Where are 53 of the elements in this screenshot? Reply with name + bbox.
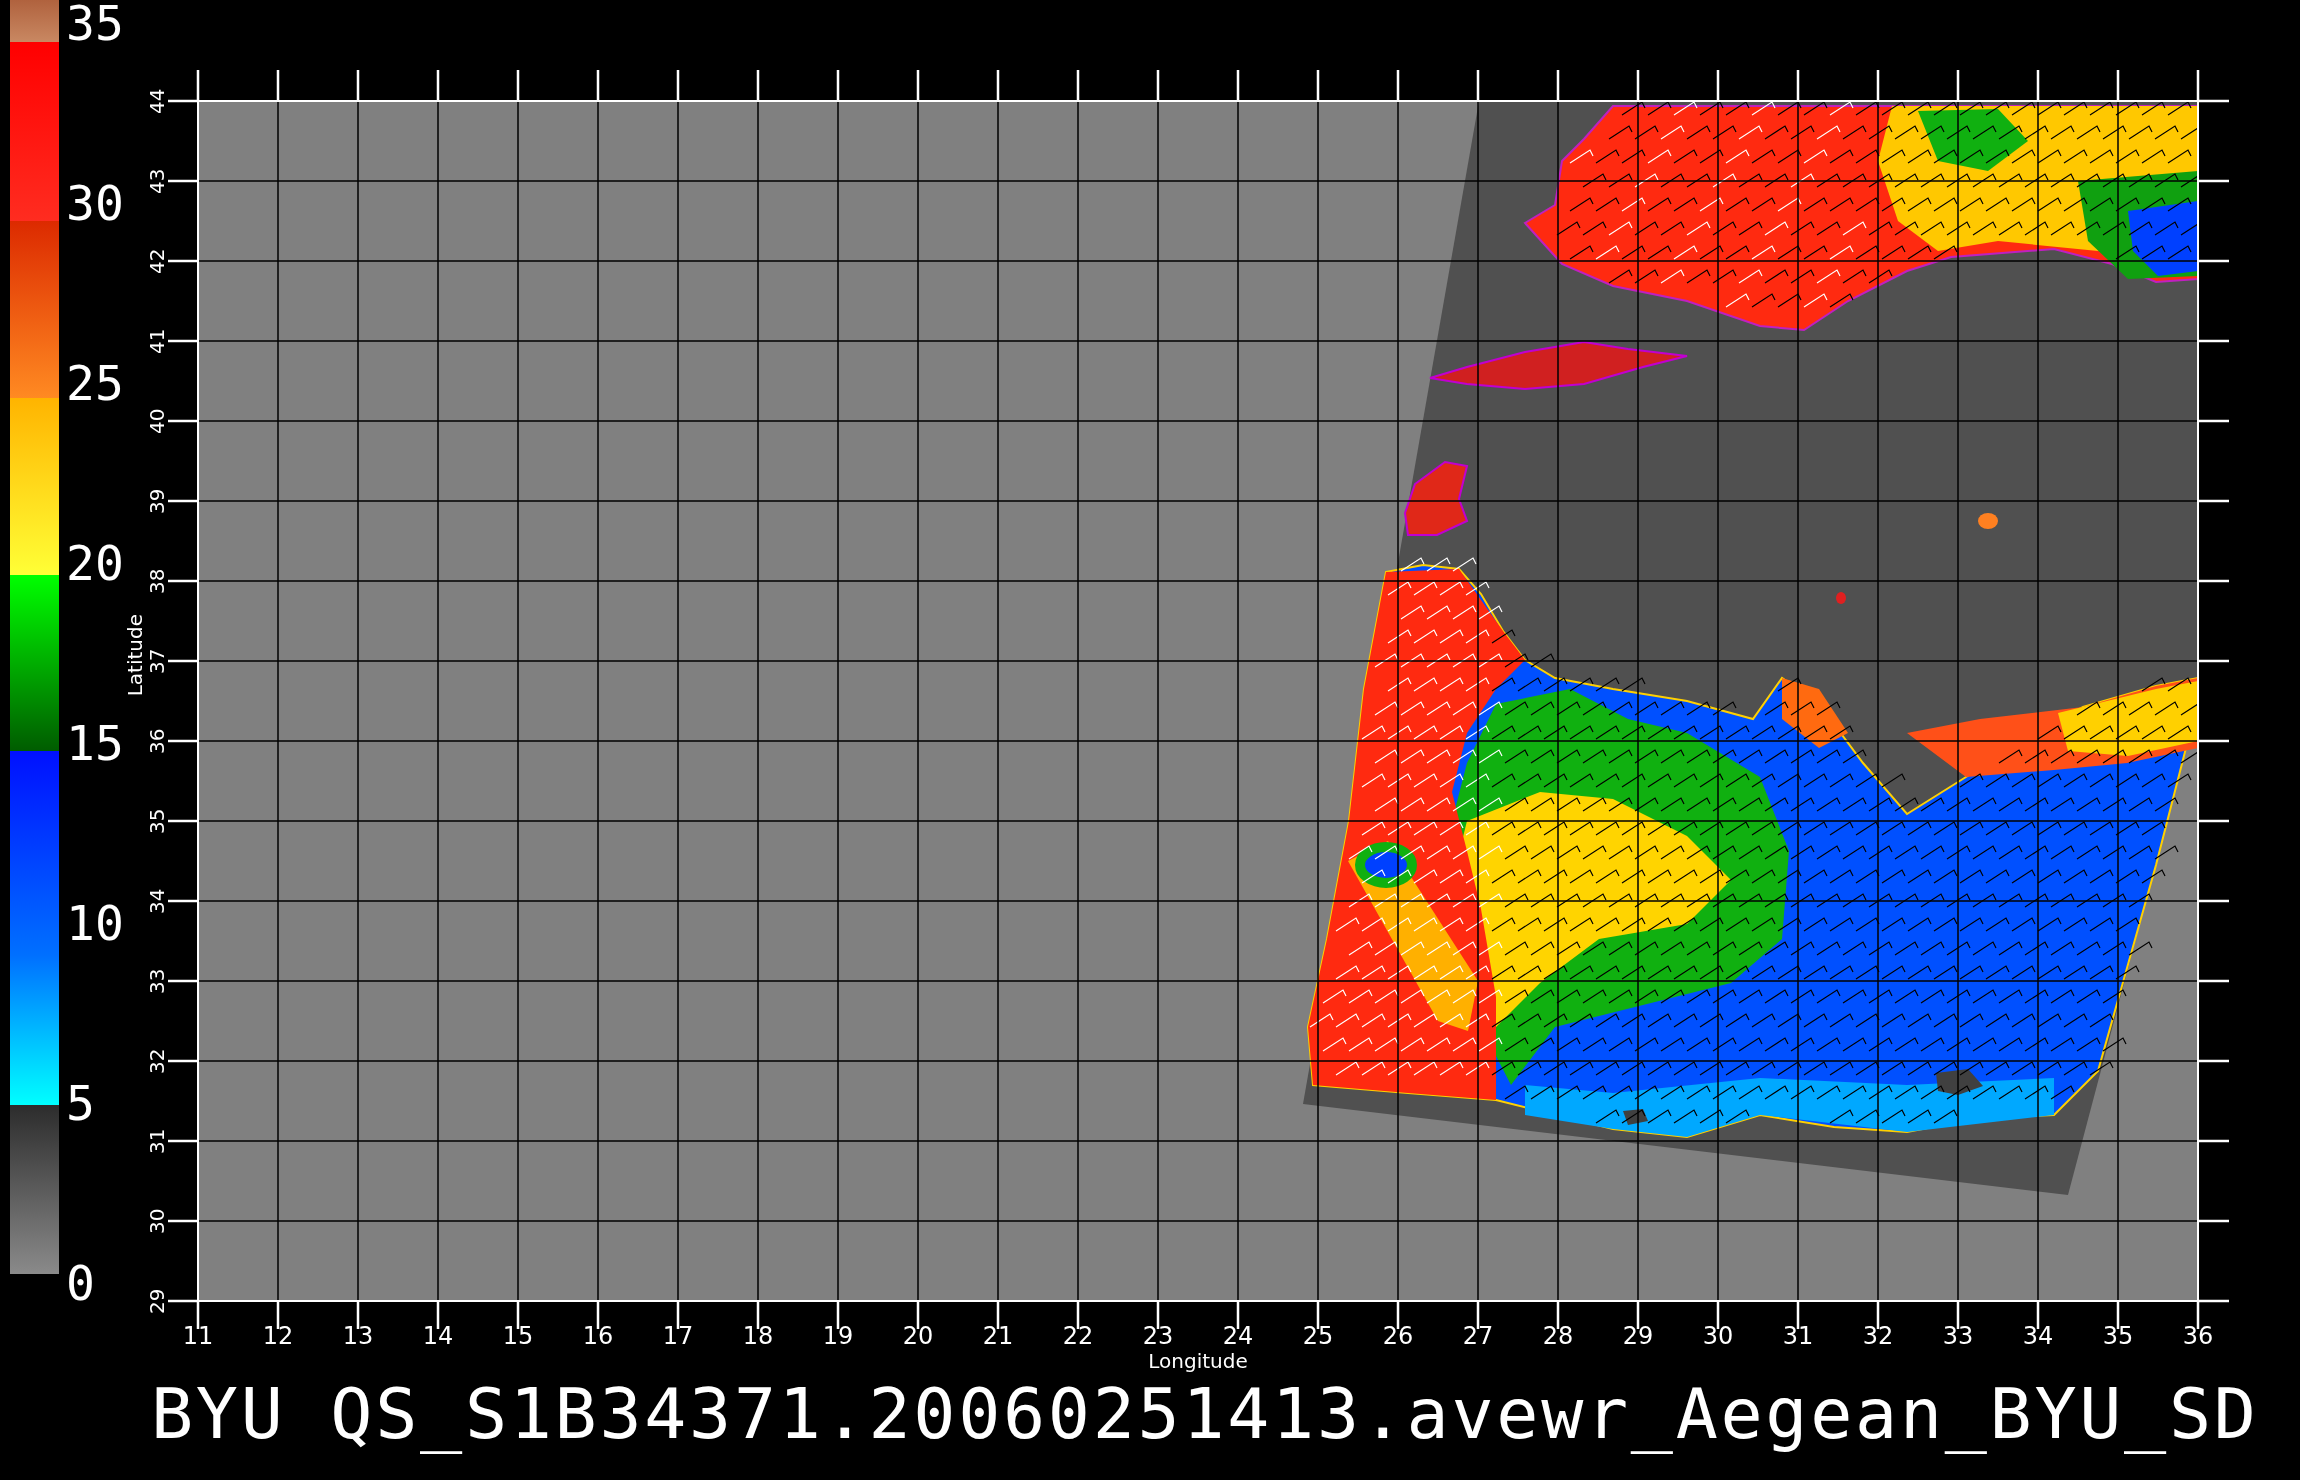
x-tick-label: 17 — [662, 1322, 694, 1350]
x-tick-label: 19 — [822, 1322, 854, 1350]
x-tick-label: 24 — [1222, 1322, 1254, 1350]
y-tick-label: 37 — [146, 647, 168, 675]
x-tick-label: 32 — [1862, 1322, 1894, 1350]
x-tick-label: 18 — [742, 1322, 774, 1350]
x-tick-label: 33 — [1942, 1322, 1974, 1350]
y-tick-label: 30 — [146, 1207, 168, 1235]
scale-label: 35 — [66, 3, 124, 43]
y-tick-label: 39 — [146, 487, 168, 515]
x-tick-label: 15 — [502, 1322, 534, 1350]
y-tick-label: 44 — [146, 87, 168, 115]
y-tick-label: 40 — [146, 407, 168, 435]
y-tick-label: 29 — [146, 1287, 168, 1315]
x-tick-label: 20 — [902, 1322, 934, 1350]
y-tick-label: 36 — [146, 727, 168, 755]
x-tick-label: 30 — [1702, 1322, 1734, 1350]
scale-label: 30 — [66, 183, 124, 223]
x-tick-label: 21 — [982, 1322, 1014, 1350]
y-tick-label: 42 — [146, 247, 168, 275]
axis-title: Longitude — [1148, 1350, 1248, 1372]
x-tick-label: 23 — [1142, 1322, 1174, 1350]
y-tick-label: 31 — [146, 1127, 168, 1155]
x-tick-label: 22 — [1062, 1322, 1094, 1350]
x-tick-label: 11 — [182, 1322, 214, 1350]
scale-label: 25 — [66, 363, 124, 403]
x-tick-label: 27 — [1462, 1322, 1494, 1350]
scale-label: 0 — [66, 1263, 95, 1303]
x-tick-label: 36 — [2182, 1322, 2214, 1350]
x-tick-label: 13 — [342, 1322, 374, 1350]
y-tick-label: 33 — [146, 967, 168, 995]
x-tick-label: 31 — [1782, 1322, 1814, 1350]
x-tick-label: 14 — [422, 1322, 454, 1350]
x-tick-label: 26 — [1382, 1322, 1414, 1350]
plot-title: BYU QS_S1B34371.20060251413.avewr_Aegean_BYU_SD — [151, 1372, 2259, 1456]
y-tick-label: 41 — [146, 327, 168, 355]
x-tick-label: 28 — [1542, 1322, 1574, 1350]
x-tick-label: 35 — [2102, 1322, 2134, 1350]
scale-label: 5 — [66, 1083, 95, 1123]
x-tick-label: 12 — [262, 1322, 294, 1350]
x-tick-label: 25 — [1302, 1322, 1334, 1350]
axis-title: Latitude — [124, 614, 146, 697]
x-tick-label: 34 — [2022, 1322, 2054, 1350]
y-tick-label: 34 — [146, 887, 168, 915]
scale-label: 20 — [66, 543, 124, 583]
y-tick-label: 32 — [146, 1047, 168, 1075]
scale-label: 15 — [66, 723, 124, 763]
x-tick-label: 16 — [582, 1322, 614, 1350]
y-tick-label: 35 — [146, 807, 168, 835]
y-tick-label: 43 — [146, 167, 168, 195]
scale-label: 10 — [66, 903, 124, 943]
x-tick-label: 29 — [1622, 1322, 1654, 1350]
y-tick-label: 38 — [146, 567, 168, 595]
